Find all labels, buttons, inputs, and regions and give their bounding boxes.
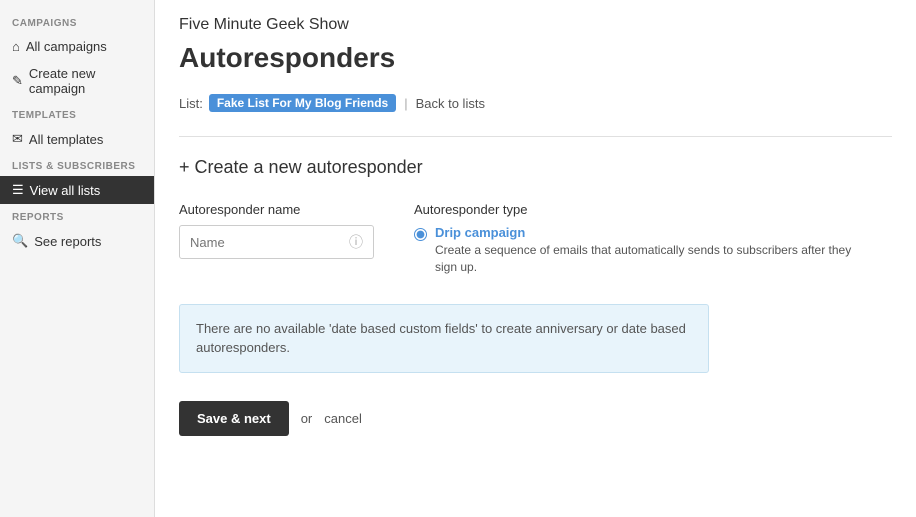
drip-label: Drip campaign	[435, 225, 855, 240]
autoresponder-name-input[interactable]	[190, 235, 343, 250]
see-reports-label: See reports	[34, 234, 101, 249]
save-next-button[interactable]: Save & next	[179, 401, 289, 436]
form-actions: Save & next or cancel	[179, 401, 892, 436]
cancel-link[interactable]: cancel	[324, 411, 362, 426]
sidebar: CAMPAIGNS ⌂ All campaigns ✎ Create new c…	[0, 0, 155, 517]
create-section-title: + Create a new autoresponder	[179, 157, 892, 178]
list-badge[interactable]: Fake List For My Blog Friends	[209, 94, 396, 112]
or-label: or	[301, 411, 313, 426]
sidebar-item-see-reports[interactable]: 🔍 See reports	[0, 227, 154, 255]
name-input-wrapper[interactable]: ⓘ	[179, 225, 374, 259]
search-icon: 🔍	[12, 233, 28, 249]
org-title: Five Minute Geek Show	[179, 16, 892, 34]
main-content: Five Minute Geek Show Autoresponders Lis…	[155, 0, 916, 517]
drip-campaign-option: Drip campaign Create a sequence of email…	[414, 225, 855, 276]
all-campaigns-label: All campaigns	[26, 39, 107, 54]
list-icon: ☰	[12, 182, 24, 198]
sidebar-item-view-all-lists[interactable]: ☰ View all lists	[0, 176, 154, 204]
view-all-lists-label: View all lists	[30, 183, 101, 198]
form-row: Autoresponder name ⓘ Autoresponder type …	[179, 202, 892, 284]
mail-icon: ✉	[12, 131, 23, 147]
name-label: Autoresponder name	[179, 202, 374, 217]
page-title: Autoresponders	[179, 42, 892, 74]
create-campaign-label: Create new campaign	[29, 66, 142, 96]
sidebar-item-create-campaign[interactable]: ✎ Create new campaign	[0, 60, 154, 102]
list-bar-separator: |	[404, 96, 407, 111]
info-box: There are no available 'date based custo…	[179, 304, 709, 373]
type-label: Autoresponder type	[414, 202, 855, 217]
name-col: Autoresponder name ⓘ	[179, 202, 374, 259]
all-templates-label: All templates	[29, 132, 103, 147]
reports-section-label: REPORTS	[0, 204, 154, 227]
sidebar-item-all-campaigns[interactable]: ⌂ All campaigns	[0, 33, 154, 60]
campaigns-section-label: CAMPAIGNS	[0, 10, 154, 33]
list-label: List:	[179, 96, 203, 111]
drip-label-container: Drip campaign Create a sequence of email…	[435, 225, 855, 276]
drip-description: Create a sequence of emails that automat…	[435, 242, 855, 276]
info-icon: ⓘ	[349, 232, 363, 252]
type-col: Autoresponder type Drip campaign Create …	[414, 202, 855, 284]
back-to-lists-link[interactable]: Back to lists	[416, 96, 485, 111]
drip-radio[interactable]	[414, 228, 427, 241]
templates-section-label: TEMPLATES	[0, 102, 154, 125]
home-icon: ⌂	[12, 39, 20, 54]
lists-section-label: LISTS & SUBSCRIBERS	[0, 153, 154, 176]
list-bar: List: Fake List For My Blog Friends | Ba…	[179, 94, 892, 112]
section-divider	[179, 136, 892, 137]
sidebar-item-all-templates[interactable]: ✉ All templates	[0, 125, 154, 153]
edit-icon: ✎	[12, 73, 23, 89]
